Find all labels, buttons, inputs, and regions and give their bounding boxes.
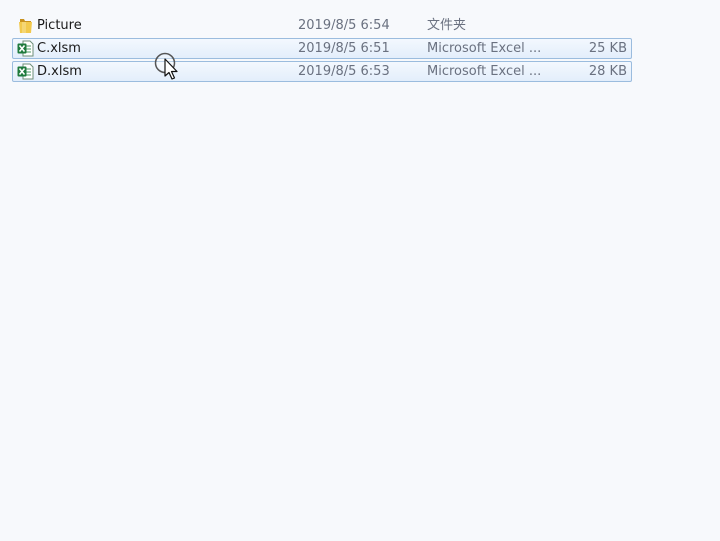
file-row-c-xlsm[interactable]: C.xlsm 2019/8/5 6:51 Microsoft Excel ...… [12,38,632,59]
file-type: Microsoft Excel ... [427,41,542,56]
folder-icon [19,19,32,33]
file-name: Picture [37,18,82,33]
file-row-d-xlsm[interactable]: D.xlsm 2019/8/5 6:53 Microsoft Excel ...… [12,61,632,82]
file-type: Microsoft Excel ... [427,64,542,79]
file-row-picture[interactable]: Picture 2019/8/5 6:54 文件夹 [12,15,632,36]
file-size: 28 KB [588,64,627,79]
file-size: 25 KB [588,41,627,56]
file-list: Picture 2019/8/5 6:54 文件夹 C.xlsm 2019/8/… [0,0,720,541]
file-date-modified: 2019/8/5 6:51 [298,41,390,56]
file-name: D.xlsm [37,64,82,79]
excel-file-icon [17,63,34,80]
file-date-modified: 2019/8/5 6:54 [298,18,390,33]
file-type: 文件夹 [427,18,467,33]
excel-file-icon [17,40,34,57]
file-date-modified: 2019/8/5 6:53 [298,64,390,79]
file-name: C.xlsm [37,41,81,56]
